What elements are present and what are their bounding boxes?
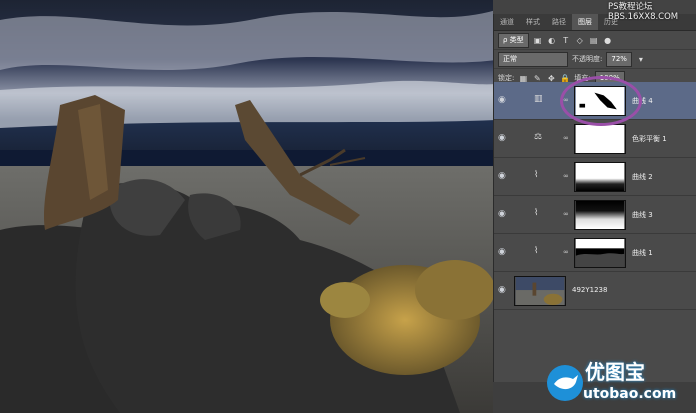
layer-name[interactable]: 曲线 1 xyxy=(632,248,653,258)
curves-icon: ⌇ xyxy=(534,170,539,180)
filter-adjust-icon[interactable]: ◐ xyxy=(547,35,557,45)
visibility-eye-icon[interactable]: ◉ xyxy=(498,247,510,257)
brand-domain: utobao.com xyxy=(583,386,677,402)
visibility-eye-icon[interactable]: ◉ xyxy=(498,95,510,105)
brand-text: 优图宝 xyxy=(585,360,645,384)
levels-icon: ▥ xyxy=(534,94,543,104)
tab-styles[interactable]: 样式 xyxy=(520,14,546,30)
layer-name[interactable]: 曲线 3 xyxy=(632,210,653,220)
layer-name[interactable]: 492Y1238 xyxy=(572,286,607,294)
tab-layers[interactable]: 图层 xyxy=(572,14,598,30)
filter-pixel-icon[interactable]: ▣ xyxy=(533,35,543,45)
visibility-eye-icon[interactable]: ◉ xyxy=(498,171,510,181)
curves-icon: ⌇ xyxy=(534,246,539,256)
visibility-eye-icon[interactable]: ◉ xyxy=(498,285,510,295)
curves-icon: ⌇ xyxy=(534,208,539,218)
filter-toggle-icon[interactable]: ● xyxy=(603,35,613,45)
filter-shape-icon[interactable]: ◇ xyxy=(575,35,585,45)
layer-row[interactable]: ◉ ⌇ ∞ 曲线 3 xyxy=(494,196,696,234)
layer-name[interactable]: 色彩平衡 1 xyxy=(632,134,667,144)
layer-row[interactable]: ◉ 492Y1238 xyxy=(494,272,696,310)
layer-mask-thumbnail[interactable] xyxy=(574,124,626,154)
filter-kind-select[interactable]: ρ 类型 xyxy=(498,32,529,48)
tab-paths[interactable]: 路径 xyxy=(546,14,572,30)
highlight-circle xyxy=(560,76,642,126)
image-thumbnail[interactable] xyxy=(514,276,566,306)
link-chain-icon: ∞ xyxy=(563,134,569,142)
link-chain-icon: ∞ xyxy=(563,172,569,180)
layer-mask-thumbnail[interactable] xyxy=(574,238,626,268)
filter-smart-icon[interactable]: ▤ xyxy=(589,35,599,45)
tab-channels[interactable]: 通道 xyxy=(494,14,520,30)
layers-panel: 通道 样式 路径 图层 历史 ρ 类型 ▣ ◐ T ◇ ▤ ● 正常 不透明度:… xyxy=(493,14,696,382)
opacity-input[interactable]: 72% xyxy=(606,51,632,67)
opacity-label: 不透明度: xyxy=(572,55,603,63)
watermark-line1: PS教程论坛 xyxy=(608,2,653,12)
watermark-line2: BBS.16XX8.COM xyxy=(608,12,679,22)
blend-mode-select[interactable]: 正常 xyxy=(498,51,568,67)
visibility-eye-icon[interactable]: ◉ xyxy=(498,209,510,219)
watermark: PS教程论坛 BBS.16XX8.COM xyxy=(608,2,678,22)
link-chain-icon: ∞ xyxy=(563,248,569,256)
blend-row: 正常 不透明度: 72% ▾ xyxy=(494,50,696,69)
filter-row: ρ 类型 ▣ ◐ T ◇ ▤ ● xyxy=(494,31,696,50)
filter-type-icon[interactable]: T xyxy=(561,35,571,45)
layer-row[interactable]: ◉ ⌇ ∞ 曲线 2 xyxy=(494,158,696,196)
layer-name[interactable]: 曲线 2 xyxy=(632,172,653,182)
layer-mask-thumbnail[interactable] xyxy=(574,200,626,230)
opacity-dropdown-icon[interactable]: ▾ xyxy=(636,54,646,64)
balance-icon: ⚖ xyxy=(534,132,543,142)
layer-row[interactable]: ◉ ⌇ ∞ 曲线 1 xyxy=(494,234,696,272)
visibility-eye-icon[interactable]: ◉ xyxy=(498,133,510,143)
layer-mask-thumbnail[interactable] xyxy=(574,162,626,192)
link-chain-icon: ∞ xyxy=(563,210,569,218)
